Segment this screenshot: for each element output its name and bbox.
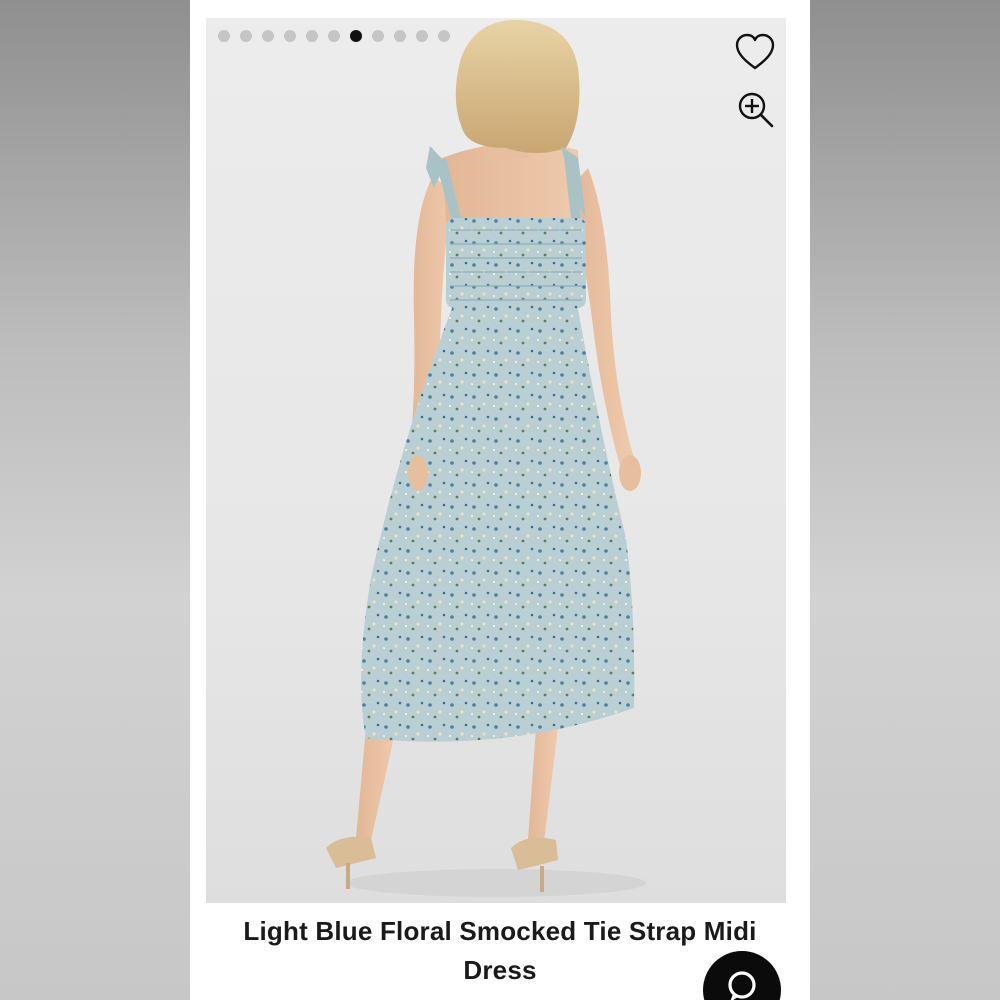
carousel-dot[interactable]	[218, 30, 230, 42]
carousel-dot[interactable]	[416, 30, 428, 42]
carousel-dot[interactable]	[372, 30, 384, 42]
carousel-dots	[218, 30, 450, 42]
carousel-dot-active[interactable]	[350, 30, 362, 42]
carousel-dot[interactable]	[306, 30, 318, 42]
model-illustration	[326, 19, 646, 897]
product-card: Light Blue Floral Smocked Tie Strap Midi…	[190, 0, 810, 1000]
right-backdrop	[810, 0, 1000, 1000]
product-photo[interactable]	[206, 18, 786, 903]
carousel-dot[interactable]	[394, 30, 406, 42]
left-backdrop	[0, 0, 190, 1000]
zoom-button[interactable]	[736, 90, 784, 138]
chat-bubble-icon	[728, 971, 756, 1000]
carousel-dot[interactable]	[284, 30, 296, 42]
carousel-dot[interactable]	[438, 30, 450, 42]
favorite-button[interactable]	[734, 32, 782, 80]
product-title: Light Blue Floral Smocked Tie Strap Midi…	[243, 916, 757, 985]
carousel-dot[interactable]	[328, 30, 340, 42]
carousel-dot[interactable]	[262, 30, 274, 42]
carousel-dot[interactable]	[240, 30, 252, 42]
heart-outline-icon	[735, 33, 775, 70]
zoom-in-icon	[738, 92, 774, 128]
